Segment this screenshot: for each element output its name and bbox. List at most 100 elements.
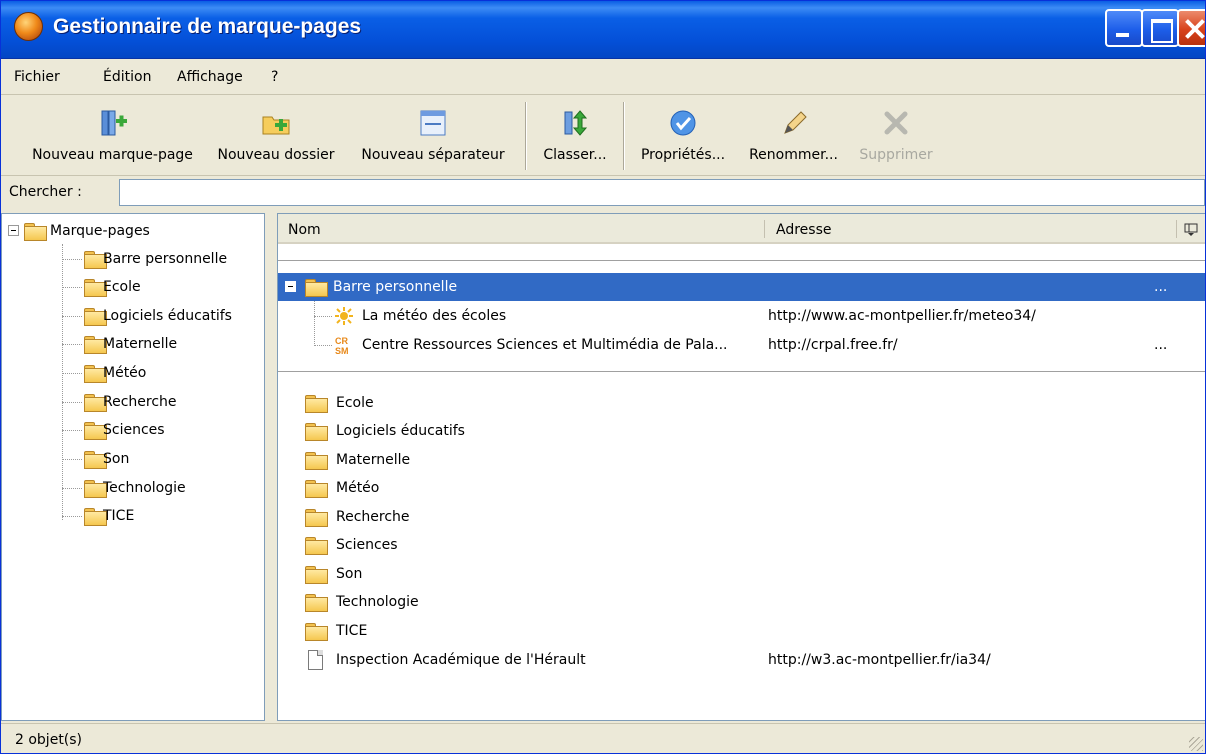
list-folder[interactable]: Son (278, 560, 1205, 588)
folder-icon (305, 623, 328, 641)
tree-item[interactable]: Sciences (62, 416, 262, 444)
tree-item-label: Recherche (103, 394, 177, 410)
sort-label: Classer... (543, 147, 607, 163)
resize-grip[interactable] (1189, 737, 1203, 751)
tree-item[interactable]: TICE (62, 502, 262, 530)
toolbar-separator (623, 102, 625, 170)
status-text: 2 objet(s) (15, 732, 83, 748)
delete-label: Supprimer (859, 147, 933, 163)
list-item-name: Centre Ressources Sciences et Multimédia… (362, 337, 728, 353)
list-folder[interactable]: Sciences (278, 531, 1205, 559)
svg-text:SM: SM (335, 346, 349, 355)
tree-item[interactable]: Maternelle (62, 330, 262, 358)
tree-item[interactable]: Météo (62, 359, 262, 387)
folder-tree[interactable]: Marque-pages Barre personnelle Ecole Log… (1, 213, 265, 721)
list-folder[interactable]: Météo (278, 474, 1205, 502)
list-folder[interactable]: Recherche (278, 503, 1205, 531)
list-item-name: Son (336, 566, 363, 582)
title-bar[interactable]: Gestionnaire de marque-pages (1, 1, 1205, 59)
list-header: Nom Adresse (278, 214, 1205, 244)
properties-label: Propriétés... (640, 147, 726, 163)
list-folder[interactable]: Ecole (278, 389, 1205, 417)
list-bookmark[interactable]: CR SM Centre Ressources Sciences et Mult… (278, 331, 1205, 359)
minimize-button[interactable] (1105, 9, 1143, 47)
menu-affichage[interactable]: Affichage (177, 69, 243, 85)
tree-item[interactable]: Barre personnelle (62, 245, 262, 273)
column-address-header[interactable]: Adresse (766, 214, 1176, 242)
list-item-name: Inspection Académique de l'Hérault (336, 652, 586, 668)
folder-icon (84, 279, 107, 297)
close-button[interactable] (1177, 9, 1205, 47)
folder-icon (84, 422, 107, 440)
sort-icon (564, 110, 588, 136)
window-title: Gestionnaire de marque-pages (53, 15, 362, 38)
folder-icon (84, 508, 107, 526)
list-folder-expanded[interactable]: Barre personnelle ... (278, 273, 1205, 301)
tree-item-label: Météo (103, 365, 147, 381)
new-separator-icon (420, 110, 446, 136)
search-label: Chercher : (9, 184, 82, 200)
menu-edition[interactable]: Édition (103, 69, 151, 85)
tree-item-label: Maternelle (103, 336, 178, 352)
column-name-header[interactable]: Nom (278, 214, 764, 242)
tree-item[interactable]: Ecole (62, 273, 262, 301)
folder-icon (305, 537, 328, 555)
list-item-name: Technologie (336, 594, 419, 610)
tree-root[interactable]: Marque-pages (2, 217, 264, 245)
new-bookmark-icon (101, 110, 127, 136)
page-icon (308, 650, 323, 670)
tree-item[interactable]: Recherche (62, 388, 262, 416)
list-item-address: http://crpal.free.fr/ (768, 337, 898, 353)
folder-icon (305, 594, 328, 612)
maximize-button[interactable] (1141, 9, 1179, 47)
new-folder-label: Nouveau dossier (217, 147, 335, 163)
tree-item-label: Technologie (103, 480, 186, 496)
folder-icon (305, 395, 328, 413)
tree-root-label: Marque-pages (50, 223, 150, 239)
new-separator-button[interactable]: Nouveau séparateur (353, 96, 513, 176)
folder-icon (84, 336, 107, 354)
collapse-icon[interactable] (285, 281, 296, 292)
menu-fichier[interactable]: Fichier (14, 69, 60, 85)
list-bookmark[interactable]: La météo des écoles http://www.ac-montpe… (278, 302, 1205, 330)
site-logo-icon: CR SM (335, 336, 349, 355)
list-item-ellipsis: ... (1154, 337, 1168, 353)
folder-icon (84, 308, 107, 326)
sort-button[interactable]: Classer... (535, 96, 615, 176)
firefox-icon (14, 12, 43, 41)
column-divider (764, 220, 765, 238)
pane-splitter[interactable] (265, 213, 277, 721)
tree-item[interactable]: Logiciels éducatifs (62, 302, 262, 330)
properties-button[interactable]: Propriétés... (633, 96, 733, 176)
list-item-name: Barre personnelle (333, 279, 458, 295)
svg-text:CR: CR (335, 336, 348, 346)
new-separator-label: Nouveau séparateur (361, 147, 505, 163)
folder-icon (305, 423, 328, 441)
separator-line (278, 371, 1205, 373)
delete-icon (884, 111, 908, 135)
list-folder[interactable]: TICE (278, 617, 1205, 645)
folder-open-icon (24, 223, 47, 241)
tree-item[interactable]: Son (62, 445, 262, 473)
new-bookmark-label: Nouveau marque-page (32, 147, 193, 163)
collapse-icon[interactable] (8, 225, 19, 236)
column-picker-icon[interactable] (1184, 223, 1198, 237)
sun-icon (335, 307, 353, 325)
list-item-name: Maternelle (336, 452, 411, 468)
bookmark-list[interactable]: Nom Adresse Barre personnelle ... La mét… (277, 213, 1205, 721)
new-folder-button[interactable]: Nouveau dossier (211, 96, 341, 176)
list-bookmark[interactable]: Inspection Académique de l'Hérault http:… (278, 646, 1205, 674)
tree-item[interactable]: Technologie (62, 474, 262, 502)
list-folder[interactable]: Logiciels éducatifs (278, 417, 1205, 445)
folder-icon (305, 509, 328, 527)
search-input[interactable] (119, 179, 1205, 206)
toolbar-separator (525, 102, 527, 170)
menu-help[interactable]: ? (271, 69, 278, 85)
delete-button[interactable]: Supprimer (851, 96, 941, 176)
list-folder[interactable]: Maternelle (278, 446, 1205, 474)
folder-icon (84, 480, 107, 498)
rename-button[interactable]: Renommer... (741, 96, 846, 176)
new-bookmark-button[interactable]: Nouveau marque-page (21, 96, 204, 176)
list-folder[interactable]: Technologie (278, 588, 1205, 616)
tree-item-label: Sciences (103, 422, 165, 438)
